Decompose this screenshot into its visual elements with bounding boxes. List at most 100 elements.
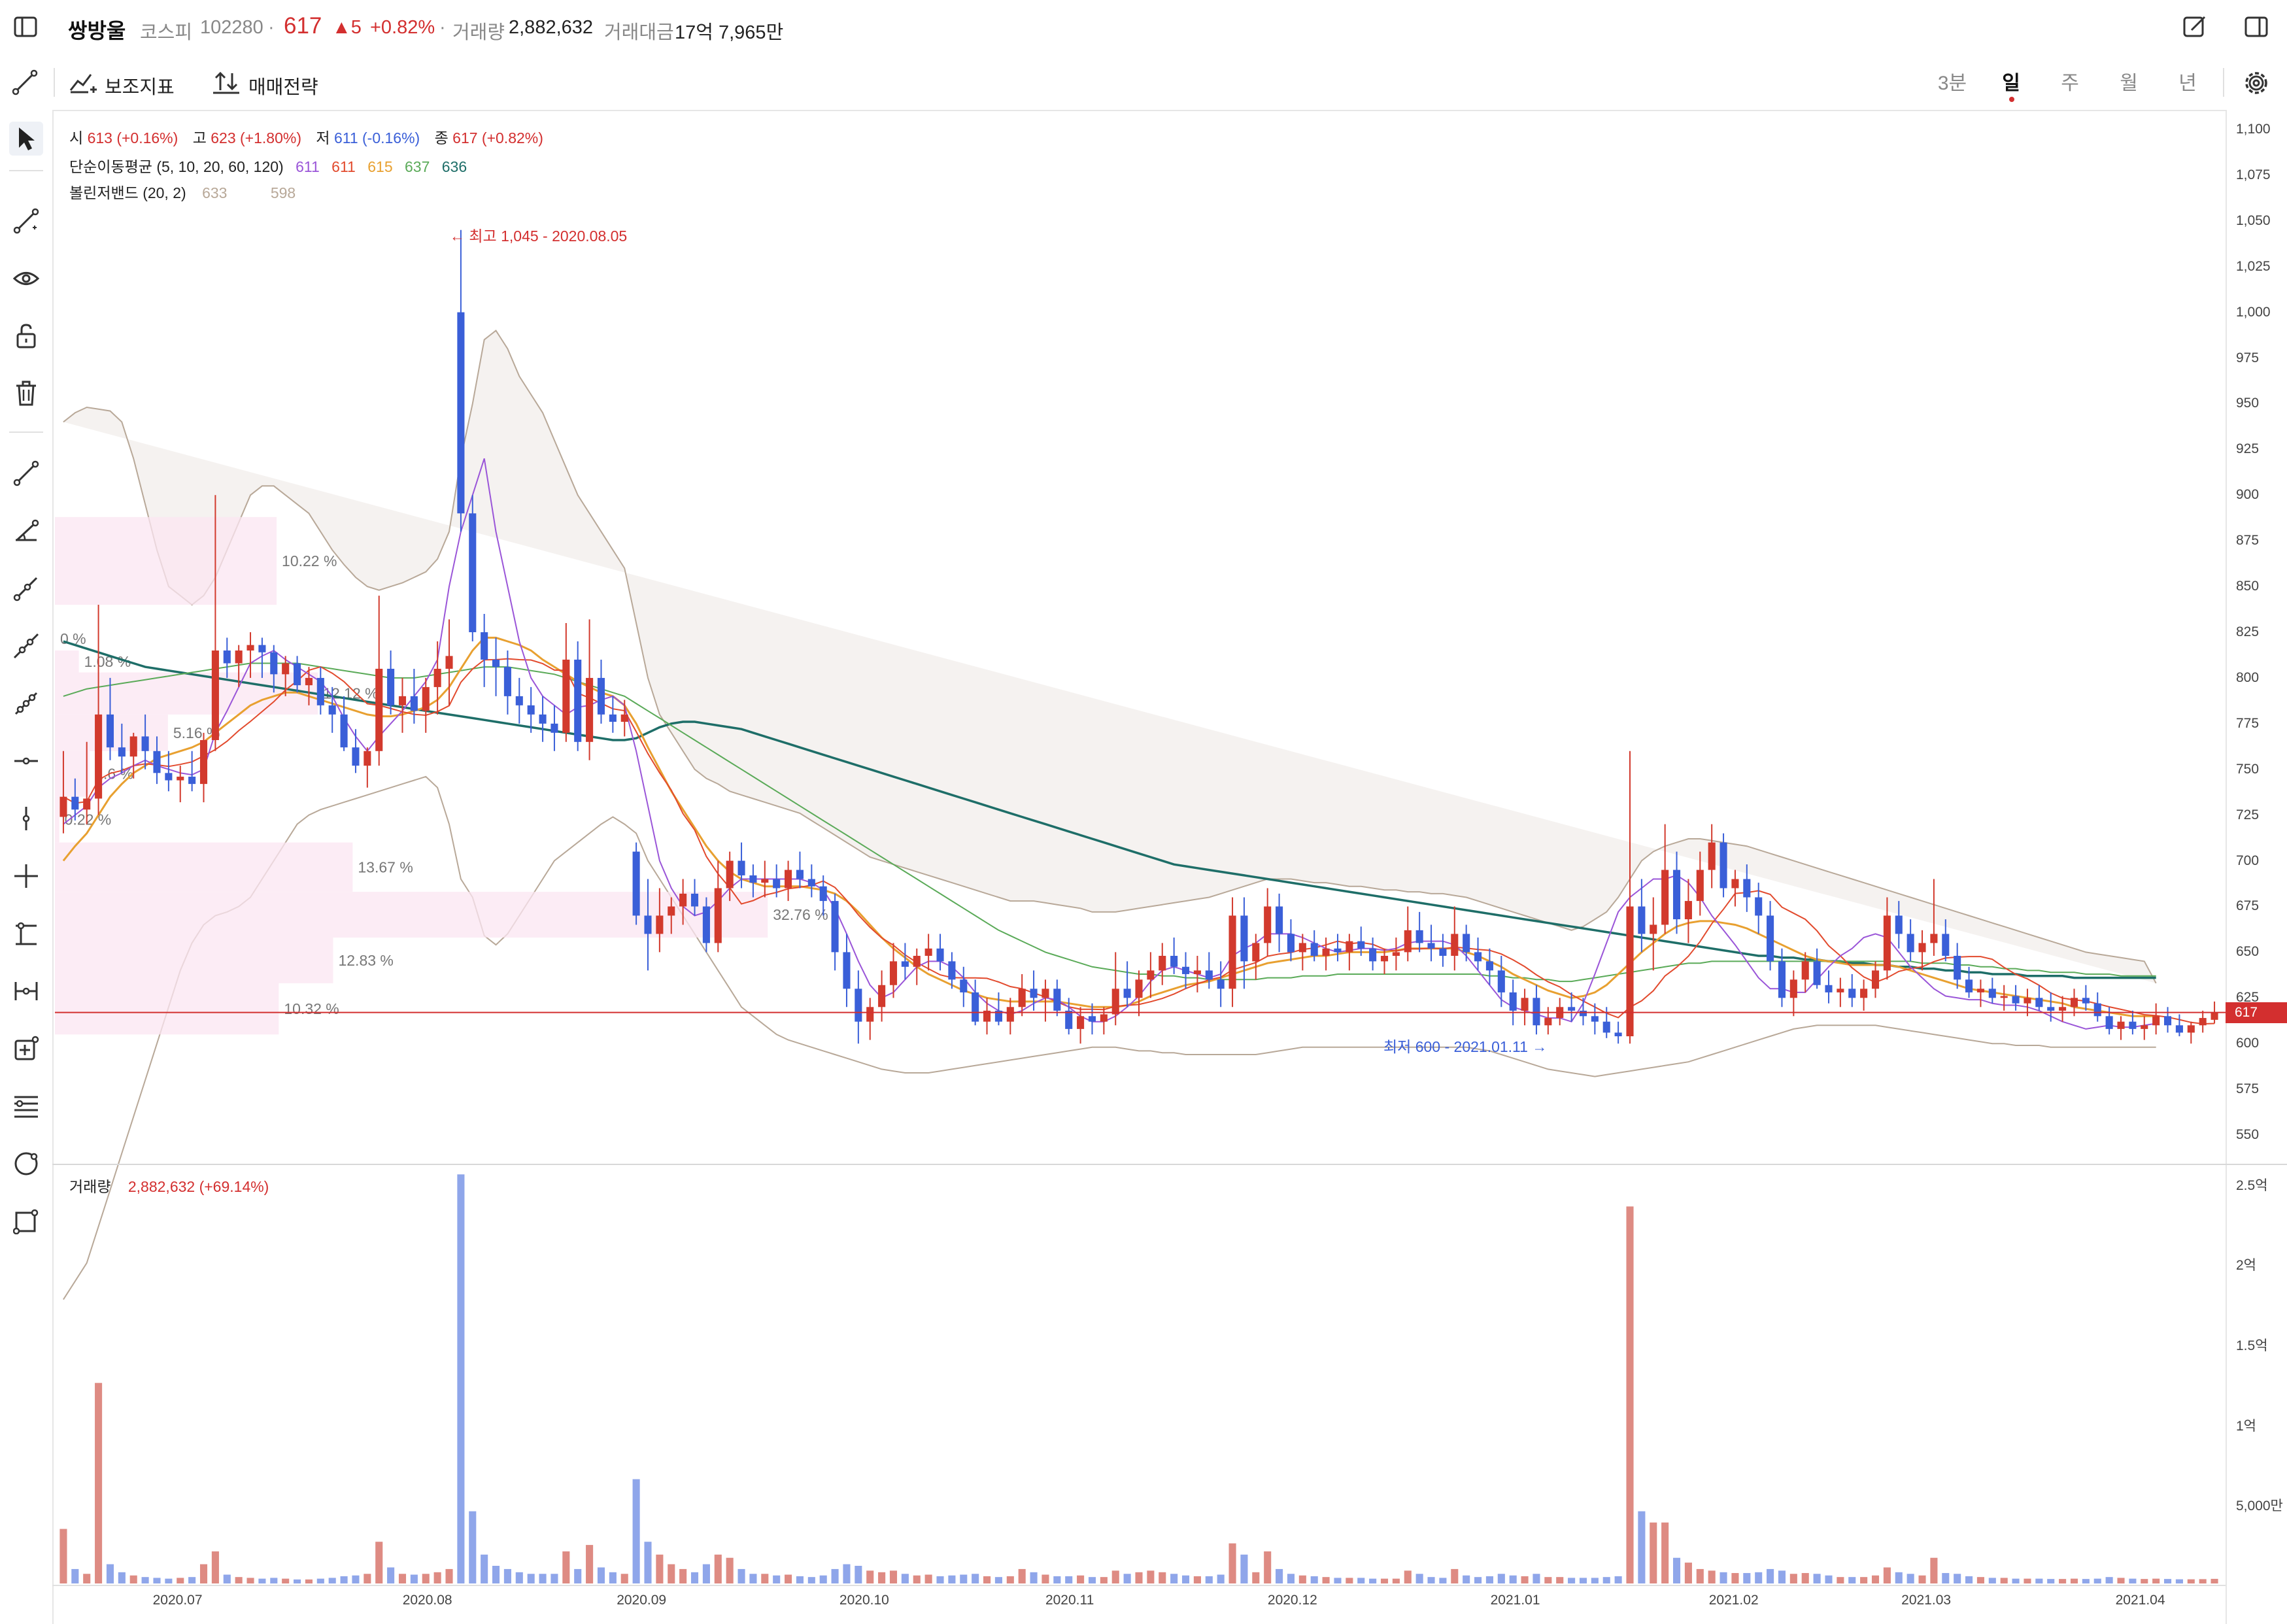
candle-body[interactable]	[1521, 998, 1529, 1011]
volume-bar[interactable]	[1088, 1577, 1096, 1583]
volume-bar[interactable]	[1439, 1578, 1447, 1583]
volume-bar[interactable]	[620, 1574, 628, 1583]
candle-body[interactable]	[737, 860, 745, 875]
volume-bar[interactable]	[960, 1574, 968, 1583]
volume-bar[interactable]	[1193, 1576, 1201, 1583]
candle-body[interactable]	[1065, 1010, 1073, 1029]
volume-bar[interactable]	[1264, 1551, 1272, 1583]
volume-bar[interactable]	[889, 1570, 898, 1583]
volume-bar[interactable]	[1170, 1574, 1178, 1583]
volume-bar[interactable]	[1661, 1522, 1669, 1583]
candle-body[interactable]	[551, 723, 558, 733]
candle-body[interactable]	[481, 632, 488, 660]
candle-body[interactable]	[1883, 915, 1891, 971]
candle-body[interactable]	[936, 948, 944, 962]
candle-body[interactable]	[586, 677, 594, 742]
candle-body[interactable]	[1906, 934, 1914, 953]
candle-body[interactable]	[2175, 1025, 2183, 1033]
candle-body[interactable]	[679, 893, 687, 907]
candle-body[interactable]	[972, 992, 979, 1022]
candle-body[interactable]	[2059, 1007, 2067, 1011]
volume-bar[interactable]	[527, 1574, 535, 1583]
volume-bar[interactable]	[1895, 1572, 1903, 1583]
candle-body[interactable]	[294, 663, 301, 686]
volume-bar[interactable]	[1415, 1574, 1423, 1583]
candle-body[interactable]	[1369, 948, 1377, 962]
candle-body[interactable]	[1264, 906, 1272, 943]
volume-bar[interactable]	[1954, 1574, 1961, 1583]
volume-bar[interactable]	[1310, 1576, 1318, 1583]
volume-bar[interactable]	[866, 1570, 874, 1583]
volume-bar[interactable]	[469, 1511, 477, 1583]
candle-body[interactable]	[1006, 1007, 1014, 1022]
candle-body[interactable]	[1767, 915, 1774, 962]
volume-bar[interactable]	[445, 1568, 453, 1583]
candle-body[interactable]	[1650, 924, 1657, 934]
volume-bar[interactable]	[1976, 1577, 1984, 1583]
volume-bar[interactable]	[1556, 1577, 1564, 1583]
candle-body[interactable]	[690, 893, 699, 907]
candle-body[interactable]	[340, 714, 348, 748]
candle-body[interactable]	[1789, 979, 1797, 998]
candle-body[interactable]	[1451, 934, 1459, 956]
volume-bar[interactable]	[2082, 1579, 2090, 1583]
volume-bar[interactable]	[2152, 1578, 2160, 1583]
candle-body[interactable]	[1147, 970, 1155, 980]
volume-bar[interactable]	[2035, 1578, 2043, 1583]
candle-body[interactable]	[702, 906, 710, 943]
volume-bar[interactable]	[1521, 1576, 1529, 1583]
volume-bar[interactable]	[387, 1567, 395, 1583]
candle-body[interactable]	[2117, 1021, 2125, 1029]
candle-body[interactable]	[726, 860, 734, 888]
candle-body[interactable]	[129, 736, 137, 757]
volume-bar[interactable]	[352, 1575, 360, 1583]
candle-body[interactable]	[83, 798, 91, 810]
candle-body[interactable]	[1240, 915, 1248, 962]
volume-bar[interactable]	[2141, 1579, 2148, 1583]
volume-bar[interactable]	[2024, 1578, 2031, 1583]
candle-body[interactable]	[1579, 1010, 1587, 1017]
volume-bar[interactable]	[1708, 1570, 1716, 1583]
volume-bar[interactable]	[1743, 1573, 1751, 1583]
volume-bar[interactable]	[1111, 1570, 1119, 1583]
candle-body[interactable]	[387, 668, 395, 705]
volume-bar[interactable]	[258, 1578, 266, 1583]
volume-bar[interactable]	[118, 1572, 126, 1583]
candle-body[interactable]	[843, 952, 851, 989]
candle-body[interactable]	[1930, 934, 1938, 943]
volume-bar[interactable]	[177, 1578, 184, 1583]
volume-bar[interactable]	[2105, 1577, 2113, 1583]
volume-bar[interactable]	[843, 1564, 851, 1583]
volume-bar[interactable]	[1205, 1576, 1213, 1583]
volume-bar[interactable]	[1485, 1576, 1493, 1583]
volume-bar[interactable]	[644, 1542, 652, 1583]
candle-body[interactable]	[1322, 948, 1330, 956]
candle-body[interactable]	[1474, 952, 1482, 962]
candle-body[interactable]	[1346, 941, 1353, 953]
volume-bar[interactable]	[1684, 1563, 1692, 1583]
volume-bar[interactable]	[2070, 1578, 2078, 1583]
candle-body[interactable]	[2211, 1012, 2218, 1020]
candle-body[interactable]	[1053, 989, 1061, 1011]
candle-body[interactable]	[2024, 998, 2031, 1004]
volume-bar[interactable]	[878, 1572, 886, 1583]
candle-body[interactable]	[609, 714, 617, 722]
volume-bar[interactable]	[994, 1577, 1002, 1583]
candle-body[interactable]	[796, 870, 804, 879]
candle-body[interactable]	[1942, 934, 1950, 956]
candle-body[interactable]	[1696, 870, 1704, 902]
volume-bar[interactable]	[1240, 1554, 1248, 1583]
volume-bar[interactable]	[1860, 1577, 1868, 1583]
volume-bar[interactable]	[1825, 1575, 1833, 1583]
volume-bar[interactable]	[1228, 1543, 1236, 1583]
volume-bar[interactable]	[586, 1545, 594, 1583]
candle-body[interactable]	[1778, 961, 1786, 998]
candle-body[interactable]	[644, 915, 652, 934]
candle-body[interactable]	[785, 870, 792, 888]
volume-bar[interactable]	[819, 1575, 827, 1583]
candle-body[interactable]	[1334, 948, 1342, 953]
volume-bar[interactable]	[1906, 1574, 1914, 1583]
volume-bar[interactable]	[807, 1577, 815, 1583]
candle-body[interactable]	[656, 915, 664, 934]
volume-bar[interactable]	[2047, 1579, 2055, 1583]
